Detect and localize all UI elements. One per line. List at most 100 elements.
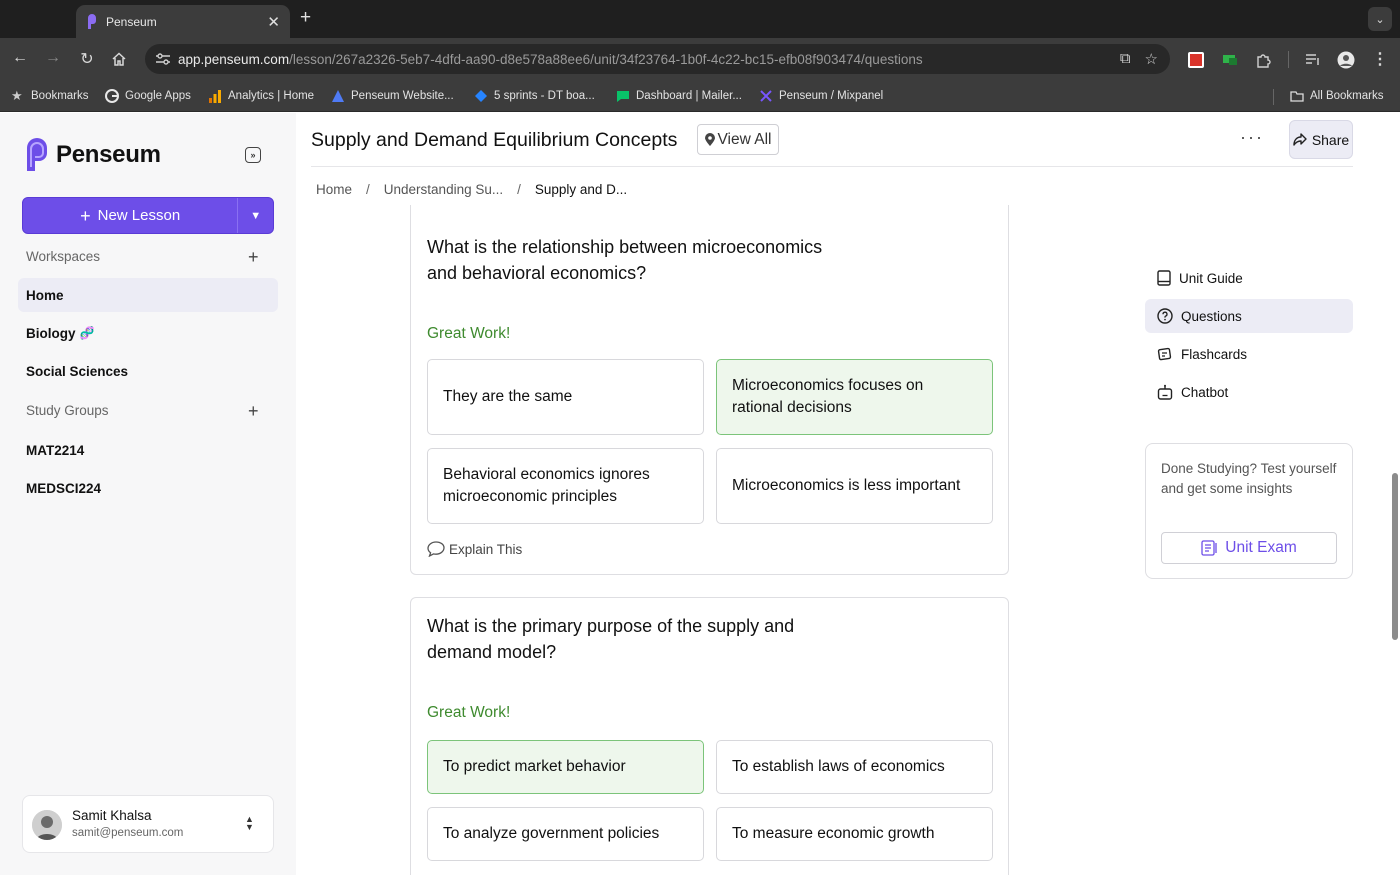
breadcrumb-separator: / — [517, 182, 521, 197]
book-icon — [1157, 270, 1171, 286]
bookmark-dashboard-mailer[interactable]: Dashboard | Mailer... — [616, 89, 742, 103]
question-circle-icon — [1157, 308, 1173, 324]
sidebar-item-social-sciences[interactable]: Social Sciences — [18, 354, 278, 388]
extension-green-icon[interactable] — [1221, 51, 1239, 69]
answer-option[interactable]: To analyze government policies — [427, 807, 704, 861]
close-tab-icon[interactable]: ✕ — [267, 13, 280, 31]
location-pin-icon — [704, 133, 715, 146]
dna-icon: 🧬 — [79, 326, 95, 340]
sidebar-item-mat2214[interactable]: MAT2214 — [18, 433, 278, 467]
exam-prompt: Done Studying? Test yourself and get som… — [1161, 461, 1337, 496]
nav-unit-guide[interactable]: Unit Guide — [1145, 261, 1353, 295]
bookmark-sprints[interactable]: 5 sprints - DT boa... — [474, 89, 595, 103]
nav-questions[interactable]: Questions — [1145, 299, 1353, 333]
profile-avatar-icon[interactable] — [1337, 51, 1355, 69]
sidebar-item-medsci224[interactable]: MEDSCI224 — [18, 471, 278, 505]
explain-this-button[interactable]: Explain This — [427, 541, 522, 557]
penseum-logo[interactable]: Penseum — [24, 138, 161, 171]
unit-exam-button[interactable]: Unit Exam — [1161, 532, 1337, 564]
breadcrumb-home[interactable]: Home — [316, 182, 352, 197]
google-icon — [105, 89, 119, 103]
view-all-button[interactable]: View All — [697, 124, 779, 155]
breadcrumb: Home / Understanding Su... / Supply and … — [316, 182, 627, 197]
user-email: samit@penseum.com — [72, 827, 184, 839]
bookmark-penseum-website[interactable]: Penseum Website... — [331, 89, 454, 103]
sidebar-item-home[interactable]: Home — [18, 278, 278, 312]
answer-option[interactable]: Microeconomics is less important — [716, 448, 993, 524]
bookmark-google-apps[interactable]: Google Apps — [105, 89, 191, 103]
robot-icon — [1157, 384, 1173, 400]
penseum-favicon-icon — [88, 14, 96, 29]
tab-search-icon[interactable]: ⌄ — [1368, 7, 1392, 31]
add-workspace-icon[interactable]: + — [248, 248, 259, 266]
new-lesson-main[interactable]: + New Lesson — [23, 198, 237, 233]
share-button[interactable]: Share — [1289, 120, 1353, 159]
extensions-puzzle-icon[interactable] — [1255, 51, 1273, 69]
logo-text: Penseum — [56, 140, 161, 168]
breadcrumb-unit[interactable]: Understanding Su... — [384, 182, 503, 197]
site-settings-icon[interactable] — [153, 49, 173, 69]
chat-bubble-icon — [427, 541, 445, 557]
page-title: Supply and Demand Equilibrium Concepts — [311, 129, 678, 151]
url-text: app.penseum.com/lesson/267a2326-5eb7-4df… — [178, 51, 923, 67]
jira-icon — [475, 90, 487, 102]
workspaces-label: Workspaces — [26, 249, 101, 264]
feedback-text: Great Work! — [427, 325, 511, 342]
new-lesson-label: New Lesson — [97, 207, 181, 224]
address-bar[interactable]: app.penseum.com/lesson/267a2326-5eb7-4df… — [145, 44, 1170, 74]
plus-icon: + — [80, 205, 91, 226]
bookmark-analytics[interactable]: Analytics | Home — [208, 89, 314, 103]
install-app-icon[interactable]: ⧉ — [1120, 50, 1131, 68]
share-icon — [1293, 133, 1307, 146]
question-text: What is the relationship between microec… — [427, 237, 823, 283]
user-name: Samit Khalsa — [72, 808, 152, 823]
chevron-down-icon[interactable]: ▼ — [237, 198, 273, 233]
bookmarks-divider — [1273, 89, 1274, 105]
header-divider — [311, 166, 1353, 167]
home-icon[interactable] — [111, 51, 127, 67]
sidebar-item-biology[interactable]: Biology 🧬 — [18, 316, 278, 350]
mailer-icon — [617, 91, 629, 102]
analytics-icon — [209, 90, 221, 103]
reload-icon[interactable]: ↻ — [77, 49, 97, 69]
new-tab-icon[interactable]: + — [300, 8, 311, 28]
question-text: What is the primary purpose of the suppl… — [427, 616, 795, 662]
breadcrumb-separator: / — [366, 182, 370, 197]
bookmark-star-icon[interactable]: ☆ — [1145, 50, 1158, 68]
answer-option[interactable]: To measure economic growth — [716, 807, 993, 861]
bookmark-mixpanel[interactable]: Penseum / Mixpanel — [759, 89, 883, 103]
add-study-group-icon[interactable]: + — [248, 402, 259, 420]
answer-option[interactable]: To establish laws of economics — [716, 740, 993, 794]
chevron-up-down-icon[interactable]: ▲ ▼ — [245, 815, 254, 832]
study-groups-label: Study Groups — [26, 403, 109, 418]
collapse-sidebar-icon[interactable]: » — [245, 147, 261, 163]
new-lesson-button[interactable]: + New Lesson ▼ — [22, 197, 274, 234]
question-card: What is the relationship between microec… — [410, 205, 1009, 575]
avatar — [32, 810, 62, 840]
forward-icon[interactable]: → — [43, 49, 63, 67]
extension-red-icon[interactable] — [1187, 51, 1205, 69]
answer-option-correct[interactable]: To predict market behavior — [427, 740, 704, 794]
browser-tab[interactable]: Penseum ✕ — [76, 5, 290, 38]
question-card: What is the primary purpose of the suppl… — [410, 597, 1009, 875]
nav-flashcards[interactable]: Flashcards — [1145, 337, 1353, 371]
answer-option[interactable]: Behavioral economics ignores microeconom… — [427, 448, 704, 524]
folder-icon — [1290, 91, 1304, 102]
page-scrollbar[interactable] — [1392, 473, 1398, 640]
answer-option[interactable]: They are the same — [427, 359, 704, 435]
all-bookmarks[interactable]: All Bookmarks — [1290, 89, 1384, 103]
browser-menu-icon[interactable]: ⋮ — [1370, 49, 1390, 69]
back-icon[interactable]: ← — [10, 49, 30, 67]
answer-option-correct[interactable]: Microeconomics focuses on rational decis… — [716, 359, 993, 435]
bookmark-bookmarks[interactable]: ★ Bookmarks — [11, 89, 89, 103]
nav-chatbot[interactable]: Chatbot — [1145, 375, 1353, 409]
browser-tab-strip: Penseum ✕ + ⌄ — [0, 0, 1400, 38]
exam-icon — [1201, 540, 1217, 556]
star-icon: ★ — [11, 88, 23, 103]
triangle-icon — [332, 90, 344, 102]
user-menu[interactable]: Samit Khalsa samit@penseum.com ▲ ▼ — [22, 795, 274, 853]
sidebar: Penseum » + New Lesson ▼ Workspaces + Ho… — [0, 113, 296, 875]
more-options-icon[interactable]: ··· — [1240, 128, 1264, 146]
media-queue-icon[interactable] — [1304, 51, 1322, 69]
tab-title: Penseum — [106, 14, 157, 29]
